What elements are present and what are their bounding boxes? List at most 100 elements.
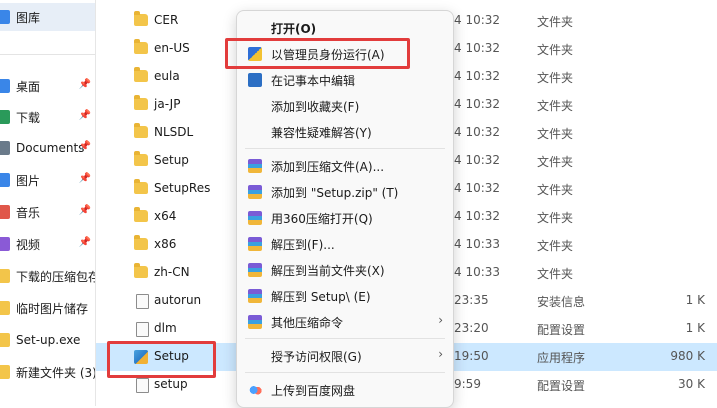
folder-icon <box>134 207 148 222</box>
menu-item-label: 其他压缩命令 <box>271 316 344 330</box>
zip-icon <box>248 237 262 251</box>
menu-item-14[interactable]: 授予访问权限(G) › <box>237 343 453 369</box>
folder-icon <box>0 269 10 283</box>
file-name: x86 <box>154 237 177 251</box>
menu-item-label: 用360压缩打开(Q) <box>271 212 373 226</box>
sidebar-item-8[interactable]: 临时图片储存 <box>0 294 95 322</box>
menu-item-label: 打开(O) <box>271 22 317 36</box>
menu-item-label: 在记事本中编辑 <box>271 74 356 88</box>
file-name: NLSDL <box>154 125 194 139</box>
menu-item-8[interactable]: 用360压缩打开(Q) <box>237 205 453 231</box>
sidebar-item-9[interactable]: Set-up.exe <box>0 326 95 354</box>
sidebar-item-4[interactable]: 图片 📌 <box>0 166 95 194</box>
sidebar-item-3[interactable]: Documents 📌 <box>0 134 95 162</box>
folder-icon <box>134 235 148 250</box>
menu-item-label: 兼容性疑难解答(Y) <box>271 126 372 140</box>
desktop-icon <box>0 79 10 93</box>
zip-icon <box>248 185 262 199</box>
folder-icon <box>134 263 148 278</box>
menu-separator <box>245 338 445 339</box>
file-size: 30 K <box>678 377 705 391</box>
chevron-right-icon: › <box>438 313 443 327</box>
file-name: Setup <box>154 153 189 167</box>
sidebar-item-label: 桌面 <box>16 79 41 94</box>
pin-icon: 📌 <box>78 79 91 90</box>
menu-item-9[interactable]: 解压到(F)... <box>237 231 453 257</box>
sidebar-item-1[interactable]: 桌面 📌 <box>0 72 95 100</box>
file-date: 4 10:32 <box>454 125 501 139</box>
sidebar-item-2[interactable]: 下载 📌 <box>0 103 95 131</box>
menu-item-12[interactable]: 其他压缩命令 › <box>237 309 453 335</box>
sidebar-item-7[interactable]: 下载的压缩包存 <box>0 262 95 290</box>
file-type: 配置设置 <box>537 379 586 393</box>
file-name: CER <box>154 13 179 27</box>
folder-icon <box>134 123 148 138</box>
menu-item-1[interactable]: 以管理员身份运行(A) <box>237 41 453 67</box>
sidebar-item-label: 新建文件夹 (3) <box>16 365 95 380</box>
file-type: 文件夹 <box>537 99 574 113</box>
menu-item-4[interactable]: 兼容性疑难解答(Y) <box>237 119 453 145</box>
zip-icon <box>248 211 262 225</box>
folder-icon <box>134 67 148 82</box>
shield-icon <box>248 47 262 61</box>
download-icon <box>0 110 10 124</box>
sidebar-item-6[interactable]: 视频 📌 <box>0 230 95 258</box>
config-file-icon <box>136 294 149 309</box>
menu-item-label: 添加到收藏夹(F) <box>271 100 360 114</box>
menu-item-10[interactable]: 解压到当前文件夹(X) <box>237 257 453 283</box>
menu-item-label: 上传到百度网盘 <box>271 384 356 398</box>
menu-item-label: 解压到当前文件夹(X) <box>271 264 385 278</box>
zip-icon <box>248 315 262 329</box>
sidebar-item-10[interactable]: 新建文件夹 (3) <box>0 358 95 386</box>
file-date: 23:35 <box>454 293 489 307</box>
navigation-pane: 图库 桌面 📌 下载 📌 Documents 📌 图片 📌 音乐 📌 视频 📌 下载的压缩包存 临时图片储存… <box>0 0 96 406</box>
sidebar-item-label: 临时图片储存 <box>16 301 89 316</box>
menu-item-3[interactable]: 添加到收藏夹(F) <box>237 93 453 119</box>
context-menu: 打开(O) 以管理员身份运行(A) 在记事本中编辑 添加到收藏夹(F) 兼容性疑难解答(… <box>236 10 454 408</box>
file-type: 安装信息 <box>537 295 586 309</box>
menu-item-label: 解压到(F)... <box>271 238 335 252</box>
menu-item-label: 以管理员身份运行(A) <box>271 48 385 62</box>
menu-item-label: 添加到压缩文件(A)... <box>271 160 385 174</box>
application-icon <box>134 350 148 364</box>
menu-item-7[interactable]: 添加到 "Setup.zip" (T) <box>237 179 453 205</box>
menu-item-0[interactable]: 打开(O) <box>237 15 453 41</box>
file-type: 文件夹 <box>537 211 574 225</box>
file-type: 应用程序 <box>537 351 586 365</box>
menu-item-label: 添加到 "Setup.zip" (T) <box>271 186 399 200</box>
folder-icon <box>0 301 10 315</box>
folder-icon <box>134 39 148 54</box>
zip-icon <box>248 159 262 173</box>
file-date: 4 10:32 <box>454 153 501 167</box>
folder-icon <box>0 365 10 379</box>
file-type: 文件夹 <box>537 267 574 281</box>
video-icon <box>0 237 10 251</box>
sidebar-item-label: 图片 <box>16 173 41 188</box>
file-size: 980 K <box>670 349 705 363</box>
file-type: 文件夹 <box>537 183 574 197</box>
menu-item-label: 授予访问权限(G) <box>271 350 362 364</box>
documents-icon <box>0 141 10 155</box>
sidebar-item-label: 下载 <box>16 110 41 125</box>
pictures-icon <box>0 173 10 187</box>
menu-separator <box>245 148 445 149</box>
file-date: 23:20 <box>454 321 489 335</box>
menu-item-2[interactable]: 在记事本中编辑 <box>237 67 453 93</box>
pin-icon: 📌 <box>78 173 91 184</box>
file-date: 4 10:32 <box>454 209 501 223</box>
file-name: Setup <box>154 349 189 363</box>
gallery-icon <box>0 10 10 24</box>
sidebar-divider <box>0 54 95 55</box>
sidebar-item-label: 视频 <box>16 237 41 252</box>
menu-item-16[interactable]: 上传到百度网盘 <box>237 377 453 403</box>
zip-icon <box>248 289 262 303</box>
file-size: 1 K <box>685 293 705 307</box>
sidebar-item-0[interactable]: 图库 <box>0 3 95 31</box>
menu-item-11[interactable]: 解压到 Setup\ (E) <box>237 283 453 309</box>
sidebar-item-5[interactable]: 音乐 📌 <box>0 198 95 226</box>
menu-item-6[interactable]: 添加到压缩文件(A)... <box>237 153 453 179</box>
chevron-right-icon: › <box>438 347 443 361</box>
file-type: 文件夹 <box>537 71 574 85</box>
music-icon <box>0 205 10 219</box>
folder-icon <box>0 333 10 347</box>
